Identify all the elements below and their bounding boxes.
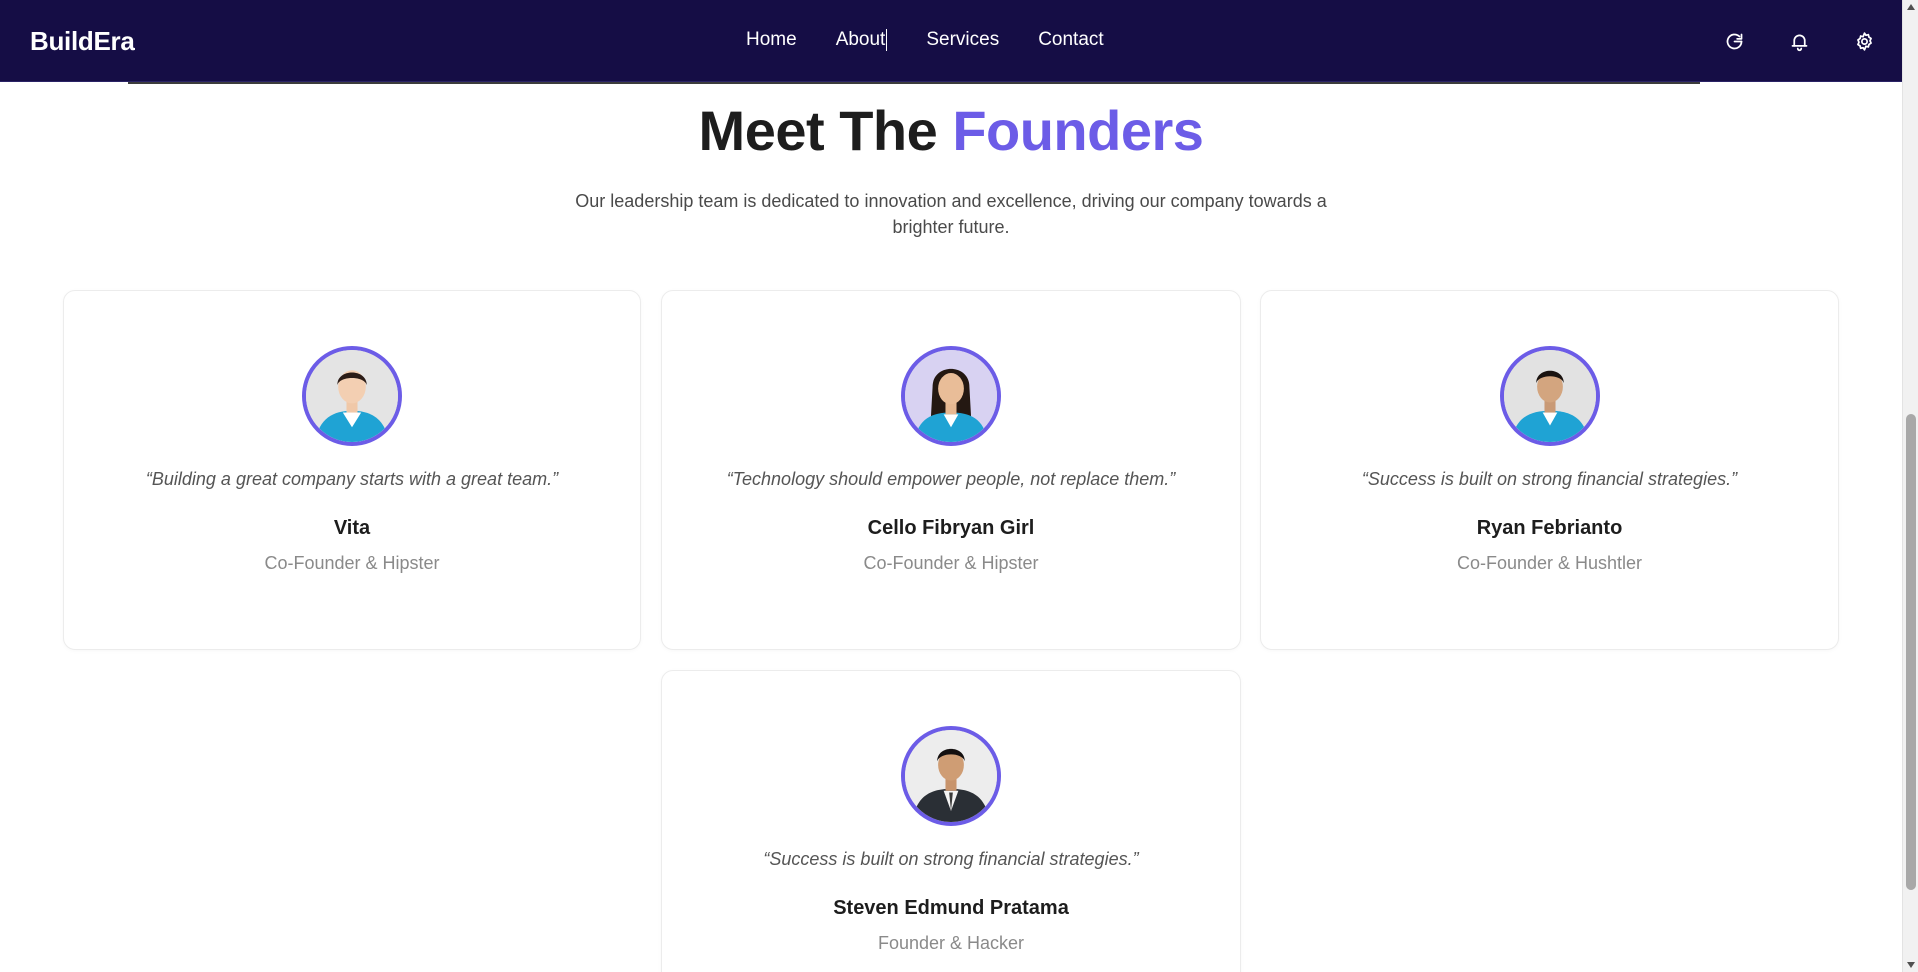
avatar-photo [1503,350,1596,442]
title-prefix: Meet The [698,99,938,162]
brand-logo[interactable]: BuildEra [30,26,135,57]
avatar [901,346,1001,446]
founder-role: Co-Founder & Hushtler [1456,553,1643,573]
page-subtitle: Our leadership team is dedicated to inno… [575,191,1327,237]
gear-icon[interactable] [1853,30,1876,53]
refresh-icon[interactable] [1723,30,1746,53]
avatar-photo [905,350,997,442]
page-title: Meet The Founders [0,98,1902,163]
title-accent: Founders [952,99,1204,162]
founder-quote: “Building a great company starts with a … [145,469,559,489]
founder-quote: “Success is built on strong financial st… [1361,469,1738,489]
founder-card: “Success is built on strong financial st… [661,670,1241,972]
founder-name: Ryan Febrianto [1476,517,1623,539]
scroll-up-icon[interactable] [1907,4,1915,10]
nav-icons [1723,30,1876,53]
founder-name: Vita [333,517,371,539]
founder-role: Co-Founder & Hipster [264,553,440,573]
avatar [901,726,1001,826]
founder-card: “Success is built on strong financial st… [1260,290,1839,650]
avatar [1499,346,1600,446]
scroll-down-icon[interactable] [1907,962,1915,968]
nav-link-about[interactable]: About [836,29,888,51]
avatar-photo [306,350,398,442]
founder-quote: “Technology should empower people, not r… [726,469,1176,489]
nav-link-home[interactable]: Home [746,29,797,51]
vertical-scrollbar[interactable] [1902,0,1918,972]
avatar [302,346,402,446]
top-navbar: BuildEra Home About Services Contact [0,0,1902,82]
nav-link-services[interactable]: Services [926,29,999,51]
founder-role: Co-Founder & Hipster [863,553,1039,573]
nav-link-contact[interactable]: Contact [1038,29,1103,51]
scrollbar-thumb[interactable] [1906,414,1916,890]
navbar-divider [128,82,1700,84]
avatar-photo [905,730,997,822]
founder-name: Steven Edmund Pratama [833,897,1069,919]
nav-links: Home About Services Contact [746,29,1104,51]
founder-card: “Technology should empower people, not r… [661,290,1241,650]
founder-card: “Building a great company starts with a … [63,290,641,650]
founder-role: Founder & Hacker [877,933,1025,953]
bell-icon[interactable] [1788,30,1811,53]
founder-name: Cello Fibryan Girl [867,517,1035,539]
founder-quote: “Success is built on strong financial st… [763,849,1139,869]
